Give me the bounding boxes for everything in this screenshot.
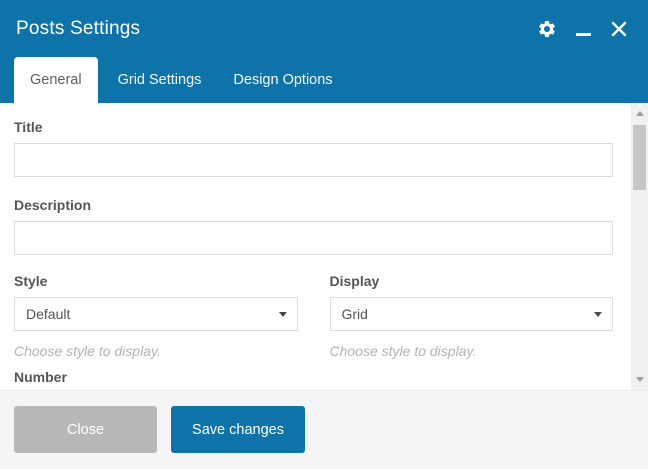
style-label: Style xyxy=(14,273,48,289)
chevron-down-icon xyxy=(278,312,287,317)
tab-grid-settings[interactable]: Grid Settings xyxy=(102,57,218,103)
scrollbar[interactable] xyxy=(631,103,648,390)
posts-settings-modal: Posts Settings General Grid Settings Des… xyxy=(0,0,648,469)
display-column: Display Grid Choose style to display. xyxy=(329,271,613,361)
title-label: Title xyxy=(14,119,43,135)
scroll-down-arrow-icon[interactable] xyxy=(631,371,648,388)
minimize-icon[interactable] xyxy=(572,18,594,40)
number-label: Number xyxy=(14,369,67,384)
description-input[interactable] xyxy=(14,221,613,255)
modal-footer: Close Save changes xyxy=(0,390,648,469)
titlebar: Posts Settings xyxy=(0,0,648,57)
title-input[interactable] xyxy=(14,143,613,177)
close-button[interactable]: Close xyxy=(14,406,157,453)
style-select[interactable]: Default xyxy=(14,297,298,331)
display-select[interactable]: Grid xyxy=(329,297,613,331)
scrollbar-thumb[interactable] xyxy=(633,125,646,190)
display-select-value: Grid xyxy=(341,306,368,322)
tab-bar: General Grid Settings Design Options xyxy=(0,57,648,103)
save-changes-button[interactable]: Save changes xyxy=(171,406,305,453)
titlebar-controls xyxy=(536,18,630,40)
tab-design-options[interactable]: Design Options xyxy=(217,57,348,103)
close-icon[interactable] xyxy=(608,18,630,40)
style-helper-text: Choose style to display. xyxy=(14,343,161,359)
chevron-down-icon xyxy=(594,312,602,317)
tab-general[interactable]: General xyxy=(14,57,98,103)
display-label: Display xyxy=(329,273,380,289)
description-label: Description xyxy=(14,197,92,213)
style-select-value: Default xyxy=(26,306,71,322)
tab-panel-general: Title Description Style Default Choose s… xyxy=(0,103,631,390)
style-column: Style Default Choose style to display. xyxy=(14,271,298,361)
display-helper-text: Choose style to display. xyxy=(329,343,477,359)
modal-title: Posts Settings xyxy=(16,17,141,39)
form-area: Title Description Style Default Choose s… xyxy=(14,117,613,384)
scroll-up-arrow-icon[interactable] xyxy=(631,105,648,122)
gear-icon[interactable] xyxy=(536,18,558,40)
style-display-row: Style Default Choose style to display. D… xyxy=(14,271,613,361)
